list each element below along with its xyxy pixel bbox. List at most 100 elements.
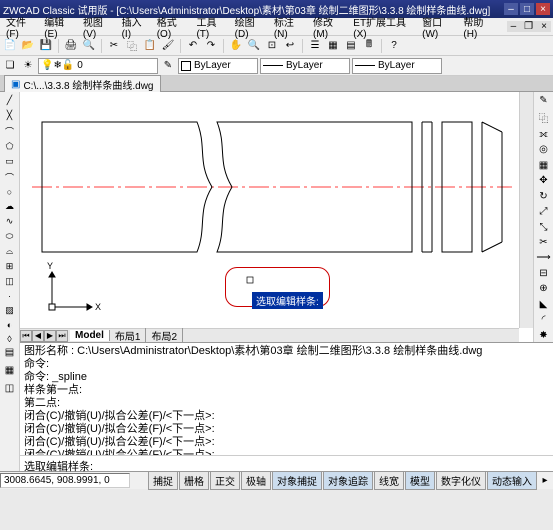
move-icon[interactable]: ✥ xyxy=(536,174,552,187)
undo-icon[interactable]: ↶ xyxy=(185,38,201,54)
tab-last-icon[interactable]: ⏭ xyxy=(56,330,68,342)
menu-format[interactable]: 格式(O) xyxy=(153,14,193,40)
layout-2[interactable]: 布局2 xyxy=(146,328,183,342)
zoom-win-icon[interactable]: ⊡ xyxy=(264,38,280,54)
chamfer-icon[interactable]: ◣ xyxy=(536,298,552,311)
open-icon[interactable]: 📂 xyxy=(20,38,36,54)
arc-icon[interactable]: ⌒ xyxy=(2,170,18,184)
layer-dropdown[interactable]: 💡 ❄ 🔓 0 xyxy=(38,58,158,74)
color-dropdown[interactable]: ByLayer xyxy=(178,58,258,74)
help-icon[interactable]: ? xyxy=(386,38,402,54)
doc-close-button[interactable]: × xyxy=(537,21,551,32)
status-ortho[interactable]: 正交 xyxy=(210,471,240,490)
preview-icon[interactable]: 🔍 xyxy=(81,38,97,54)
extend-icon[interactable]: ⟶ xyxy=(536,251,552,264)
cut-icon[interactable]: ✂ xyxy=(106,38,122,54)
status-otrack[interactable]: 对象追踪 xyxy=(323,471,373,490)
gradient-icon[interactable]: ◐ xyxy=(2,319,18,331)
join-icon[interactable]: ⊕ xyxy=(536,282,552,295)
explode-icon[interactable]: ✸ xyxy=(536,329,552,342)
spline-icon[interactable]: ∿ xyxy=(2,215,18,228)
zoom-rt-icon[interactable]: 🔍 xyxy=(246,38,262,54)
revcloud-icon[interactable]: ☁ xyxy=(2,200,18,213)
redo-icon[interactable]: ↷ xyxy=(203,38,219,54)
status-snap[interactable]: 捕捉 xyxy=(148,471,178,490)
linetype-dropdown[interactable]: ByLayer xyxy=(260,58,350,74)
mirror-icon[interactable]: ⟗ xyxy=(536,127,552,140)
layer-manager-icon[interactable]: ❏ xyxy=(2,58,18,74)
status-model[interactable]: 模型 xyxy=(405,471,435,490)
close-button[interactable]: × xyxy=(536,3,550,15)
menu-edit[interactable]: 编辑(E) xyxy=(40,14,79,40)
ellipse-icon[interactable]: ⬭ xyxy=(2,230,18,243)
properties-icon[interactable]: ☰ xyxy=(307,38,323,54)
copy2-icon[interactable]: ⿻ xyxy=(536,109,552,125)
save-icon[interactable]: 💾 xyxy=(38,38,54,54)
paste-icon[interactable]: 📋 xyxy=(142,38,158,54)
status-grid[interactable]: 栅格 xyxy=(179,471,209,490)
zoom-prev-icon[interactable]: ↩ xyxy=(282,38,298,54)
menu-draw[interactable]: 绘图(D) xyxy=(231,14,270,40)
maximize-button[interactable]: □ xyxy=(520,3,534,15)
menu-file[interactable]: 文件(F) xyxy=(2,14,40,40)
copy-icon[interactable]: ⿻ xyxy=(124,38,140,54)
status-tablet[interactable]: 数字化仪 xyxy=(436,471,486,490)
print-icon[interactable]: 🖨 xyxy=(63,38,79,54)
break-icon[interactable]: ⊟ xyxy=(536,267,552,280)
menu-help[interactable]: 帮助(H) xyxy=(459,14,498,40)
layout-model[interactable]: Model xyxy=(70,330,110,341)
minimize-button[interactable]: – xyxy=(504,3,518,15)
menu-modify[interactable]: 修改(M) xyxy=(309,14,349,40)
circle-icon[interactable]: ○ xyxy=(2,186,18,198)
palette-icon-1[interactable]: ▤ xyxy=(2,344,18,360)
status-polar[interactable]: 极轴 xyxy=(241,471,271,490)
status-osnap[interactable]: 对象捕捉 xyxy=(272,471,322,490)
polygon-icon[interactable]: ⬠ xyxy=(2,140,18,153)
menu-tools[interactable]: 工具(T) xyxy=(192,14,230,40)
status-dyn[interactable]: 动态输入 xyxy=(487,471,537,490)
offset-icon[interactable]: ◎ xyxy=(536,143,552,156)
document-tab[interactable]: ▣ C:\...\3.3.8 绘制样条曲线.dwg xyxy=(4,75,161,93)
menu-et-tools[interactable]: ET扩展工具(X) xyxy=(349,14,418,40)
point-icon[interactable]: · xyxy=(2,290,18,302)
lineweight-dropdown[interactable]: ByLayer xyxy=(352,58,442,74)
menu-dimension[interactable]: 标注(N) xyxy=(270,14,309,40)
command-input[interactable]: 选取编辑样条: xyxy=(20,455,553,471)
pan-icon[interactable]: ✋ xyxy=(228,38,244,54)
menu-insert[interactable]: 插入(I) xyxy=(118,14,153,40)
hatch-icon[interactable]: ▨ xyxy=(2,304,18,317)
drawing-canvas[interactable]: X Y 选取编辑样条: ⏮ ◀ ▶ ⏭ Model 布局1 布局2 xyxy=(20,92,533,342)
rotate-icon[interactable]: ↻ xyxy=(536,189,552,202)
erase-icon[interactable]: ✎ xyxy=(536,94,552,107)
layout-1[interactable]: 布局1 xyxy=(110,328,147,342)
tab-first-icon[interactable]: ⏮ xyxy=(20,330,32,342)
designcenter-icon[interactable]: ▦ xyxy=(325,38,341,54)
fillet-icon[interactable]: ◜ xyxy=(536,313,552,326)
trim-icon[interactable]: ✂ xyxy=(536,236,552,249)
ellipsearc-icon[interactable]: ⌓ xyxy=(2,245,18,258)
palette-icon-3[interactable]: ◫ xyxy=(2,380,18,396)
palette-icon-2[interactable]: ▦ xyxy=(2,362,18,378)
layer-prev-icon[interactable]: ✎ xyxy=(160,58,176,74)
block-icon[interactable]: ◫ xyxy=(2,275,18,288)
insert-icon[interactable]: ⊞ xyxy=(2,260,18,273)
xline-icon[interactable]: ╳ xyxy=(2,109,18,122)
status-lwt[interactable]: 线宽 xyxy=(374,471,404,490)
doc-restore-button[interactable]: ❐ xyxy=(520,21,537,32)
calc-icon[interactable]: 🖩 xyxy=(361,38,377,54)
array-icon[interactable]: ▦ xyxy=(536,158,552,171)
layer-states-icon[interactable]: ☀ xyxy=(20,58,36,74)
menu-window[interactable]: 窗口(W) xyxy=(418,14,459,40)
menu-view[interactable]: 视图(V) xyxy=(79,14,118,40)
status-arrow-icon[interactable]: ▸ xyxy=(537,473,553,489)
rectangle-icon[interactable]: ▭ xyxy=(2,155,18,168)
tab-next-icon[interactable]: ▶ xyxy=(44,330,56,342)
match-icon[interactable]: 🖌 xyxy=(160,38,176,54)
tab-prev-icon[interactable]: ◀ xyxy=(32,330,44,342)
toolpalette-icon[interactable]: ▤ xyxy=(343,38,359,54)
new-icon[interactable]: 📄 xyxy=(2,38,18,54)
vertical-scrollbar[interactable] xyxy=(519,92,533,328)
scale-icon[interactable]: ⤢ xyxy=(536,205,552,218)
pline-icon[interactable]: ⌒ xyxy=(2,124,18,138)
line-icon[interactable]: ╱ xyxy=(2,94,18,107)
